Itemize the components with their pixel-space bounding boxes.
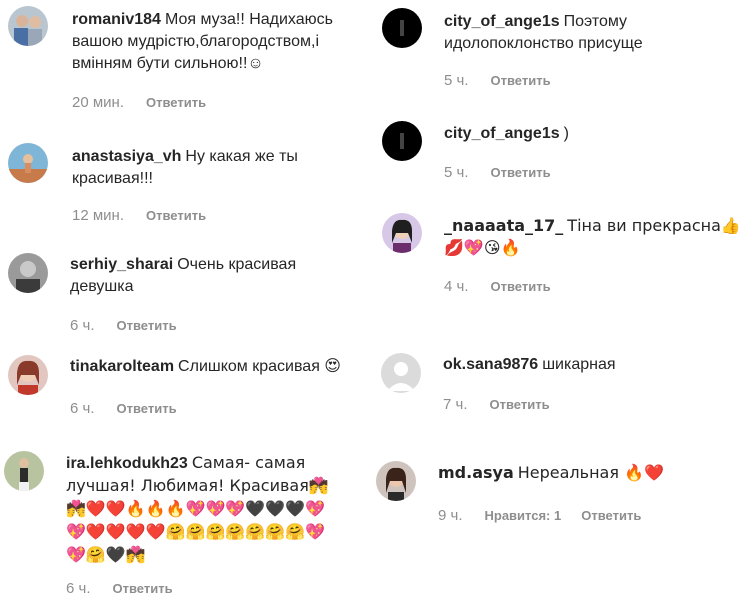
comment-text: Слишком красивая 😍 [178,358,341,375]
comment-username[interactable]: md.asya [438,463,514,482]
comment-username[interactable]: city_of_ange1s [444,125,560,142]
reply-button[interactable]: Ответить [491,165,551,180]
reply-button[interactable]: Ответить [490,397,550,412]
comment-time[interactable]: 20 мин. [72,94,124,111]
user-avatar[interactable] [382,8,422,48]
comment-username[interactable]: tinakarolteam [70,358,174,375]
comment-username[interactable]: serhiy_sharai [70,256,173,273]
reply-button[interactable]: Ответить [113,581,173,596]
user-avatar[interactable] [382,213,422,253]
user-avatar[interactable] [8,143,48,183]
comment-time[interactable]: 9 ч. [438,507,463,524]
user-avatar[interactable] [4,451,44,491]
likes-count[interactable]: Нравится: 1 [485,508,562,523]
user-avatar[interactable] [381,353,421,393]
comment-username[interactable]: romaniv184 [72,11,161,28]
reply-button[interactable]: Ответить [117,401,177,416]
comment-text: Нереальная 🔥❤️ [517,463,664,482]
comment-username[interactable]: city_of_ange1s [444,13,560,30]
user-avatar[interactable] [8,6,48,46]
comment-time[interactable]: 5 ч. [444,164,469,181]
comment-username[interactable]: _naaaata_17_ [444,216,563,235]
reply-button[interactable]: Ответить [581,508,641,523]
reply-button[interactable]: Ответить [146,95,206,110]
comment-time[interactable]: 6 ч. [66,580,91,597]
user-avatar[interactable] [376,461,416,501]
reply-button[interactable]: Ответить [117,318,177,333]
comment-time[interactable]: 4 ч. [444,278,469,295]
comment-time[interactable]: 6 ч. [70,400,95,417]
comment-time[interactable]: 7 ч. [443,396,468,413]
comment-text: ) [563,125,569,142]
comment-time[interactable]: 6 ч. [70,317,95,334]
user-avatar[interactable] [8,253,48,293]
reply-button[interactable]: Ответить [491,73,551,88]
comment-username[interactable]: ok.sana9876 [443,356,538,373]
comment-username[interactable]: ira.lehkodukh23 [66,455,188,472]
comment-time[interactable]: 12 мин. [72,207,124,224]
user-avatar[interactable] [8,355,48,395]
comment-username[interactable]: anastasiya_vh [72,148,181,165]
user-avatar[interactable] [382,121,422,161]
comment-text: шикарная [542,356,616,373]
reply-button[interactable]: Ответить [146,208,206,223]
comment-time[interactable]: 5 ч. [444,72,469,89]
reply-button[interactable]: Ответить [491,279,551,294]
